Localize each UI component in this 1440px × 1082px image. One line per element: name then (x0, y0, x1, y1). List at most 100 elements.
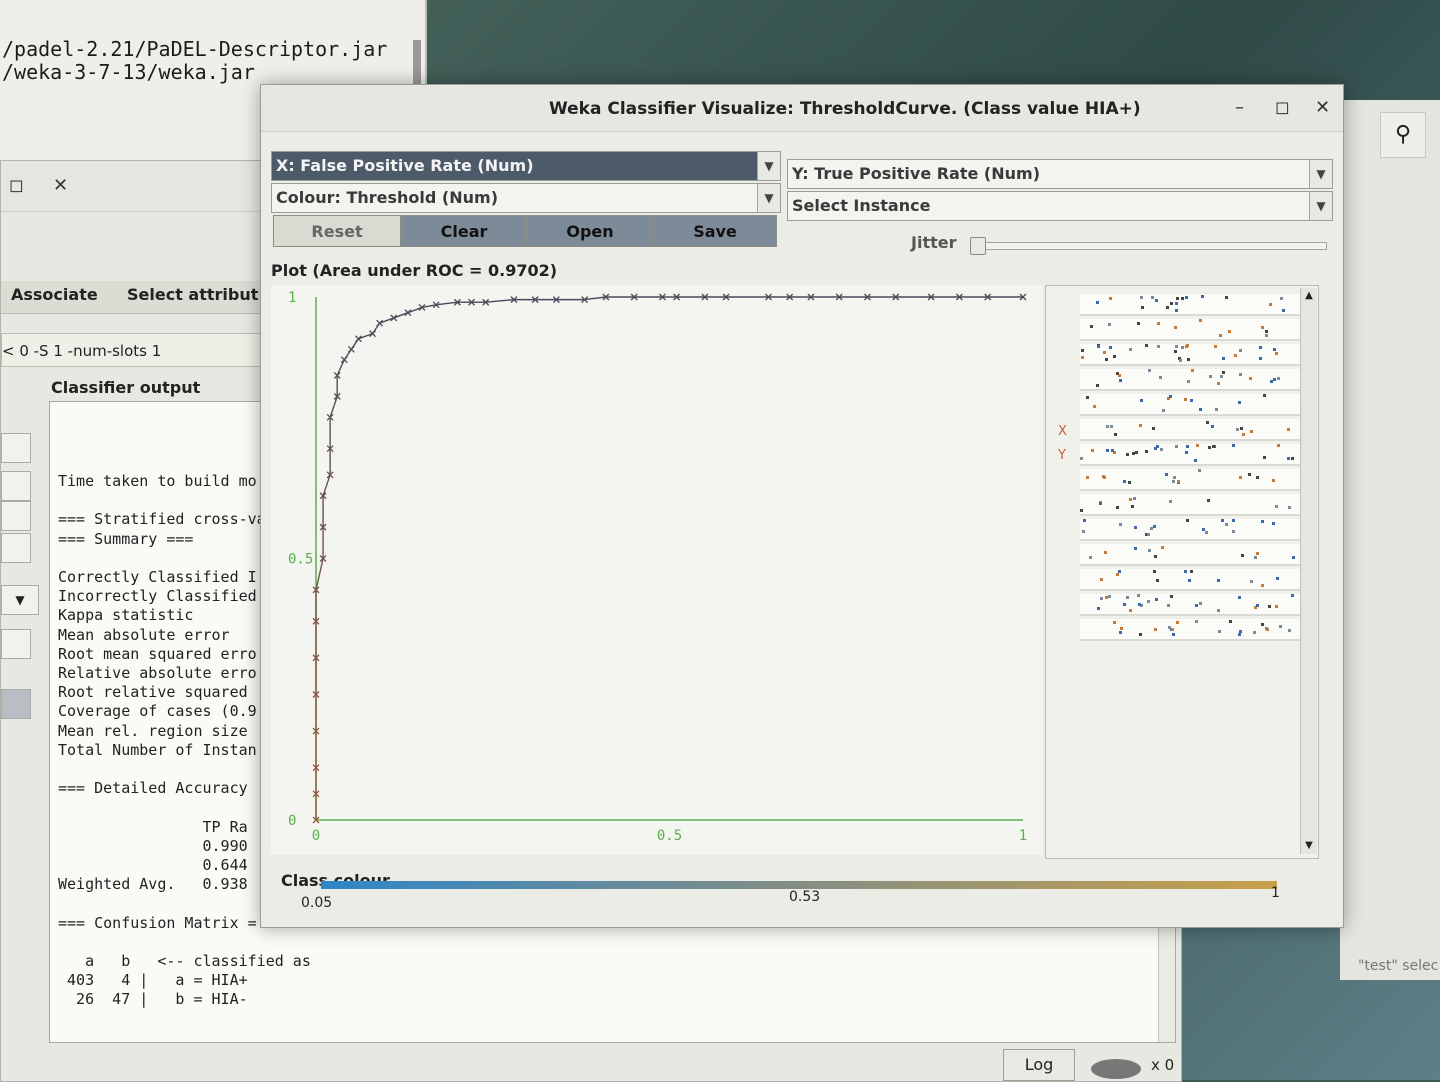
instance-dot (1118, 570, 1121, 573)
left-panel-control[interactable] (1, 629, 31, 659)
instance-dot (1199, 602, 1202, 605)
instance-dot (1199, 319, 1202, 322)
left-panel-control[interactable] (1, 533, 31, 563)
instance-dot (1096, 301, 1099, 304)
y-tick-label: 1 (288, 290, 296, 306)
maximize-icon[interactable]: ◻ (9, 175, 24, 196)
instance-dot (1114, 433, 1117, 436)
attribute-bar[interactable] (1080, 444, 1302, 466)
attribute-bar[interactable] (1080, 519, 1302, 541)
attribute-bar[interactable] (1080, 394, 1302, 416)
left-panel-control[interactable] (1, 501, 31, 531)
chevron-down-icon[interactable]: ▼ (1, 585, 39, 615)
instance-dot (1291, 457, 1294, 460)
instance-dot (1221, 519, 1224, 522)
plot-title: Plot (Area under ROC = 0.9702) (271, 261, 558, 280)
roc-point (369, 330, 377, 338)
instance-dot (1276, 577, 1279, 580)
instance-dot (1099, 502, 1102, 505)
attribute-bar[interactable] (1080, 344, 1302, 366)
instance-dot (1106, 449, 1109, 452)
class-colour-tick: 0.53 (789, 889, 821, 905)
attribute-bar[interactable] (1080, 569, 1302, 591)
class-colour-gradient (321, 881, 1277, 889)
instance-dot (1168, 626, 1171, 629)
open-button[interactable]: Open (527, 215, 653, 247)
instance-dot (1186, 519, 1189, 522)
classifier-options-field[interactable]: < 0 -S 1 -num-slots 1 (1, 333, 276, 367)
instance-dot (1263, 394, 1266, 397)
instance-dot (1177, 480, 1180, 483)
roc-curve-segment (436, 301, 458, 306)
attribute-bar[interactable] (1080, 419, 1302, 441)
instance-dot (1171, 628, 1174, 631)
tab-associate[interactable]: Associate (11, 285, 98, 304)
jitter-slider-thumb[interactable] (970, 237, 986, 255)
clear-button[interactable]: Clear (401, 215, 527, 247)
instance-dot (1248, 473, 1251, 476)
chevron-down-icon: ▼ (757, 184, 780, 212)
log-button[interactable]: Log (1003, 1049, 1075, 1081)
roc-plot-area[interactable]: 0 0.5 1 0 0.5 1 (271, 285, 1043, 855)
attribute-panel-scrollbar[interactable]: ▲ ▼ (1300, 288, 1317, 854)
instance-dot (1277, 444, 1280, 447)
instance-dot (1105, 358, 1108, 361)
minimize-icon[interactable]: – (1235, 97, 1244, 118)
instance-dot (1106, 425, 1109, 428)
attribute-bar[interactable] (1080, 619, 1302, 641)
result-list-item[interactable] (1, 689, 31, 719)
reset-button[interactable]: Reset (273, 215, 401, 247)
instance-dot (1287, 428, 1290, 431)
instance-dot (1157, 345, 1160, 348)
x-axis-select[interactable]: X: False Positive Rate (Num) ▼ (271, 151, 781, 181)
search-icon[interactable]: ⚲ (1380, 112, 1426, 158)
x-tick-label: 1 (1019, 828, 1027, 844)
instance-dot (1155, 299, 1158, 302)
scroll-down-icon[interactable]: ▼ (1301, 838, 1317, 854)
instance-dot (1188, 579, 1191, 582)
instance-dot (1206, 421, 1209, 424)
attribute-bar[interactable] (1080, 594, 1302, 616)
instance-dot (1153, 525, 1156, 528)
terminal-line: /padel-2.21/PaDEL-Descriptor.jar (2, 37, 388, 61)
instance-dot (1253, 631, 1256, 634)
attribute-bar[interactable] (1080, 319, 1302, 341)
instance-dot (1217, 382, 1220, 385)
instance-dot (1185, 345, 1188, 348)
instance-dot (1275, 352, 1278, 355)
instance-dot (1148, 549, 1151, 552)
instance-dot (1265, 627, 1268, 630)
colour-select[interactable]: Colour: Threshold (Num) ▼ (271, 183, 781, 213)
y-axis-select[interactable]: Y: True Positive Rate (Num) ▼ (787, 159, 1333, 189)
instance-dot (1261, 326, 1264, 329)
left-panel-control[interactable] (1, 471, 31, 501)
attribute-bar[interactable] (1080, 294, 1302, 316)
left-panel-control[interactable] (1, 433, 31, 463)
explorer-titlebar: ◻ ✕ (1, 161, 271, 212)
tab-select-attributes[interactable]: Select attribut (127, 285, 258, 304)
instance-dot (1152, 427, 1155, 430)
attribute-bar[interactable] (1080, 494, 1302, 516)
class-colour-panel: Class colour 0.05 0.53 1 (271, 871, 1321, 921)
attribute-bar[interactable] (1080, 469, 1302, 491)
select-instance-combo[interactable]: Select Instance ▼ (787, 191, 1333, 221)
instance-dot (1128, 481, 1131, 484)
close-icon[interactable]: ✕ (53, 175, 68, 196)
maximize-icon[interactable]: ◻ (1275, 97, 1290, 118)
instance-dot (1272, 522, 1275, 525)
attribute-bar[interactable] (1080, 369, 1302, 391)
scroll-up-icon[interactable]: ▲ (1301, 288, 1317, 304)
instance-dot (1174, 350, 1177, 353)
instance-dot (1256, 604, 1259, 607)
jitter-slider[interactable] (970, 237, 1327, 255)
output-line: 403 4 | a = HIA+ (58, 971, 248, 990)
instance-dot (1135, 451, 1138, 454)
attribute-bar[interactable] (1080, 544, 1302, 566)
instance-dot (1184, 398, 1187, 401)
instance-dot (1184, 570, 1187, 573)
instance-dot (1241, 554, 1244, 557)
close-icon[interactable]: ✕ (1315, 97, 1330, 118)
instance-dot (1086, 396, 1089, 399)
save-button[interactable]: Save (653, 215, 777, 247)
explorer-tabs: Associate Select attribut (1, 281, 291, 314)
